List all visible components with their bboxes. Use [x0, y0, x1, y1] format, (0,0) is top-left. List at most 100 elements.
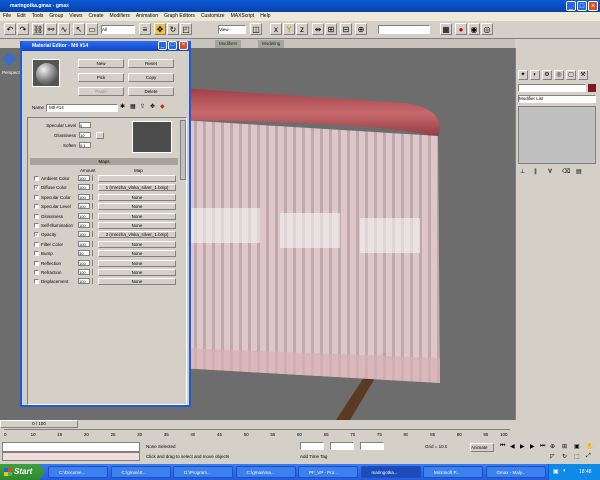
- map-slot-button[interactable]: [98, 175, 176, 182]
- menu-customize[interactable]: Customize: [198, 12, 228, 21]
- map-amount-spinner[interactable]: 100: [78, 278, 90, 285]
- select-region-icon[interactable]: ▭: [86, 23, 98, 35]
- new-button[interactable]: New: [78, 59, 124, 68]
- glossiness-map-button[interactable]: [96, 132, 104, 139]
- map-enable-checkbox[interactable]: ✓: [34, 185, 39, 191]
- map-slot-button[interactable]: None: [98, 212, 176, 220]
- select-by-name-icon[interactable]: ≡: [139, 23, 151, 35]
- taskbar-button[interactable]: maringotka...: [360, 466, 421, 478]
- map-slot-button[interactable]: 3 (mrezha_vlnka_silver_1.bmp): [98, 231, 176, 239]
- link-icon[interactable]: ⛓: [32, 23, 44, 35]
- delete-button[interactable]: Delete: [128, 87, 174, 96]
- background-icon[interactable]: ▦: [130, 103, 136, 110]
- menu-tools[interactable]: Tools: [29, 12, 47, 21]
- align-icon[interactable]: ⊟: [340, 23, 352, 35]
- modifier-list-dropdown[interactable]: Modifier List: [518, 95, 596, 103]
- map-enable-checkbox[interactable]: [34, 279, 39, 285]
- menu-animation[interactable]: Animation: [133, 12, 161, 21]
- region-zoom-icon[interactable]: ⬚: [574, 453, 580, 460]
- show-end-result-icon[interactable]: ∥: [534, 168, 537, 175]
- utilities-tab-icon[interactable]: ⚒: [578, 70, 588, 80]
- map-slot-button[interactable]: 1 (mrezha_vlnka_silver_1.bmp): [98, 184, 176, 192]
- taskbar-button[interactable]: C:\gmax\ma...: [235, 466, 296, 478]
- minimize-button[interactable]: _: [566, 1, 576, 11]
- go-sibling-icon[interactable]: ✥: [150, 103, 155, 110]
- spinner-arrows-icon[interactable]: [92, 240, 95, 247]
- mirror-icon[interactable]: ⇹: [312, 23, 324, 35]
- field-of-view-icon[interactable]: ◸: [550, 453, 555, 460]
- named-selection-field[interactable]: [378, 25, 430, 34]
- map-slot-button[interactable]: None: [98, 250, 176, 258]
- spinner-arrows-icon[interactable]: [92, 231, 95, 238]
- axis-constraint-icon[interactable]: Y: [283, 23, 295, 35]
- map-enable-checkbox[interactable]: ✓: [34, 232, 39, 238]
- scale-icon[interactable]: ◰: [180, 23, 192, 35]
- menu-edit[interactable]: Edit: [14, 12, 29, 21]
- menu-create[interactable]: Create: [86, 12, 107, 21]
- sample-slot[interactable]: [32, 59, 60, 87]
- map-amount-spinner[interactable]: 100: [78, 184, 90, 191]
- spinner-arrows-icon[interactable]: [92, 278, 95, 285]
- map-enable-checkbox[interactable]: [34, 270, 39, 275]
- spinner-arrows-icon[interactable]: [92, 193, 95, 200]
- go-to-end-icon[interactable]: ⏭: [540, 443, 545, 450]
- remove-modifier-icon[interactable]: ⌫: [562, 168, 570, 175]
- zoom-icon[interactable]: ⊕: [550, 443, 555, 450]
- specular-level-spinner[interactable]: 0: [79, 122, 91, 128]
- select-icon[interactable]: ↖: [73, 23, 85, 35]
- map-slot-button[interactable]: None: [98, 269, 176, 276]
- map-enable-checkbox[interactable]: [34, 194, 39, 200]
- taskbar-button[interactable]: Microsoft P...: [423, 466, 483, 478]
- map-amount-spinner[interactable]: 100: [78, 175, 90, 181]
- map-slot-button[interactable]: None: [98, 193, 176, 201]
- taskbar-button[interactable]: D:\Program...: [173, 466, 233, 478]
- menu-file[interactable]: File: [0, 12, 14, 21]
- zoom-all-icon[interactable]: ⊞: [562, 443, 567, 450]
- object-name-field[interactable]: [518, 84, 586, 92]
- unlink-icon[interactable]: ⚯: [45, 23, 57, 35]
- network-icon[interactable]: ▣: [553, 468, 559, 475]
- spinner-arrows-icon[interactable]: [92, 222, 95, 228]
- material-name-field[interactable]: Mtl #14: [46, 104, 118, 112]
- map-slot-button[interactable]: None: [98, 222, 176, 229]
- time-slider[interactable]: 0 / 100: [0, 420, 78, 428]
- mated-maximize-button[interactable]: □: [168, 41, 177, 50]
- map-amount-spinner[interactable]: 100: [78, 212, 90, 219]
- map-enable-checkbox[interactable]: [34, 204, 39, 210]
- show-map-icon[interactable]: ✱: [120, 103, 125, 110]
- undo-icon[interactable]: ↶: [4, 23, 16, 35]
- spinner-arrows-icon[interactable]: [92, 250, 95, 257]
- object-color-swatch[interactable]: [588, 84, 596, 92]
- bind-icon[interactable]: ∿: [58, 23, 70, 35]
- taskbar-button[interactable]: C:\gmax\S...: [110, 466, 171, 478]
- map-slot-button[interactable]: None: [98, 203, 176, 211]
- go-to-start-icon[interactable]: ⏮: [500, 443, 505, 450]
- map-amount-spinner[interactable]: 30: [78, 250, 90, 257]
- tab-modifiers[interactable]: Modifiers: [215, 40, 242, 48]
- map-enable-checkbox[interactable]: [34, 223, 39, 228]
- map-amount-spinner[interactable]: 100: [78, 193, 90, 200]
- spinner-arrows-icon[interactable]: [92, 184, 95, 191]
- maxscript-listener[interactable]: [2, 442, 140, 452]
- map-enable-checkbox[interactable]: [34, 176, 39, 181]
- taskbar-button[interactable]: C:\Docume...: [48, 466, 108, 478]
- axis-z-icon[interactable]: z: [296, 23, 308, 35]
- modifier-stack[interactable]: [518, 106, 596, 164]
- make-unique-icon[interactable]: ∀: [548, 168, 552, 175]
- copy-button[interactable]: Copy: [128, 73, 174, 82]
- spinner-arrows-icon[interactable]: [92, 212, 95, 219]
- animate-button[interactable]: Animate: [470, 443, 494, 452]
- quick-render-icon[interactable]: ◎: [481, 23, 493, 35]
- pick-button[interactable]: Pick: [78, 73, 124, 82]
- tab-modeling[interactable]: Modeling: [258, 40, 285, 48]
- maximize-viewport-icon[interactable]: ⤢: [586, 453, 591, 460]
- y-coord-field[interactable]: [330, 442, 354, 450]
- display-tab-icon[interactable]: ▢: [566, 70, 576, 80]
- paste-button[interactable]: Paste: [78, 87, 124, 96]
- reset-button[interactable]: Reset: [128, 59, 174, 68]
- map-enable-checkbox[interactable]: [34, 241, 39, 247]
- modify-tab-icon[interactable]: ◐: [530, 70, 540, 80]
- map-amount-spinner[interactable]: 100: [78, 203, 90, 210]
- soften-spinner[interactable]: 0.1: [79, 142, 91, 148]
- mated-close-button[interactable]: ×: [179, 41, 188, 50]
